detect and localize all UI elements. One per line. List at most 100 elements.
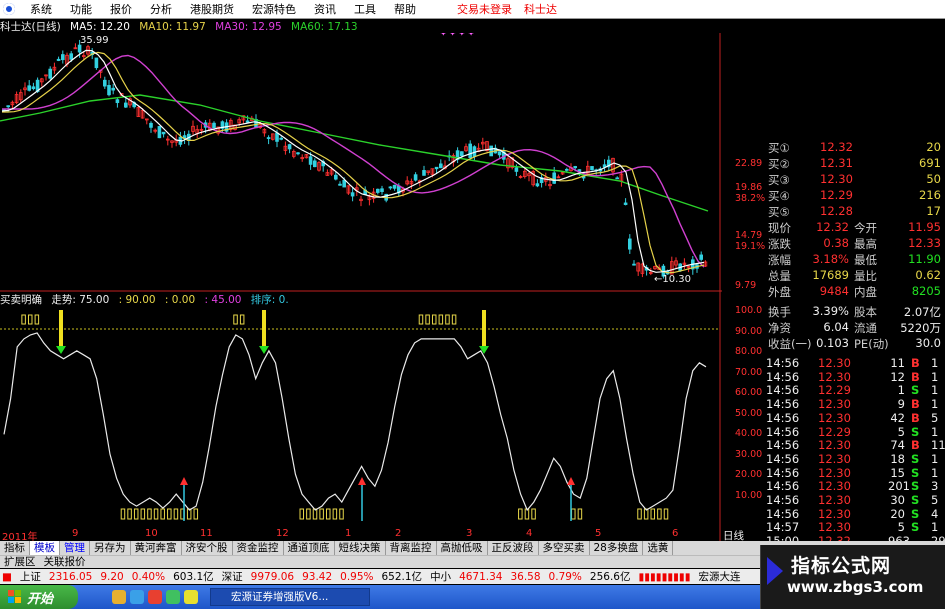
tab-item[interactable]: 管理 [60, 541, 90, 555]
tick-time: 14:56 [766, 451, 800, 466]
candle-body [296, 152, 300, 155]
quote-row[interactable]: 买② 12.31 691 [722, 156, 945, 172]
menu-hongyuan[interactable]: 宏源特色 [243, 1, 305, 17]
tab-item[interactable]: 选黄 [643, 541, 674, 555]
ma10-value: MA10: 11.97 [139, 21, 206, 33]
quote-volume: 50 [926, 172, 941, 186]
x-axis-label: 5 [595, 528, 602, 539]
indicator-45: : 45.00 [204, 294, 242, 306]
candle-body [380, 188, 384, 192]
bottom-signal-bar [531, 508, 536, 520]
app-icon[interactable] [184, 590, 198, 604]
high-price-mark: 35.99 [80, 35, 109, 46]
x-axis-label: 1 [345, 528, 352, 539]
x-axis-label: 9 [72, 528, 79, 539]
tab-item[interactable]: 高抛低吸 [437, 541, 488, 555]
candle-body [245, 120, 250, 123]
tab-item[interactable]: 背离监控 [386, 541, 437, 555]
tab-item[interactable]: 模板 [30, 541, 60, 555]
watermark-url: www.zbgs3.com [787, 578, 924, 596]
start-button[interactable]: 开始 [0, 585, 78, 609]
browser-icon[interactable] [130, 590, 144, 604]
sub-tab-item[interactable]: 扩展区 [0, 556, 40, 568]
candle-body [56, 58, 61, 61]
tab-item[interactable]: 正反波段 [488, 541, 539, 555]
quote-row[interactable]: 买⑤ 12.28 17 [722, 204, 945, 220]
start-label: 开始 [27, 591, 54, 607]
tab-item[interactable]: 通道顶底 [284, 541, 335, 555]
candle-body [31, 86, 36, 90]
menu-help[interactable]: 帮助 [385, 1, 425, 17]
candle-body [699, 254, 703, 260]
taskbar-app-button[interactable]: 宏源证券增强版V6... [210, 588, 370, 606]
tab-item[interactable]: 黄河奔富 [131, 541, 182, 555]
chart-canvas[interactable]: 35.99 ←10.30 ✦ ✦ ✦ ✦ [0, 33, 722, 541]
top-signal-bar [34, 314, 40, 325]
menu-system[interactable]: 系统 [21, 1, 61, 17]
tick-direction: S [911, 506, 920, 521]
trade-login-status[interactable]: 交易未登录 [451, 1, 518, 17]
menu-analysis[interactable]: 分析 [141, 1, 181, 17]
stat-value: 8205 [911, 284, 941, 298]
tick-time: 14:56 [766, 369, 800, 384]
index-status-bar: ■ 上证 2316.05 9.20 0.40% 603.1亿 深证 9979.0… [0, 569, 760, 584]
bottom-signal-bar [120, 508, 126, 520]
tick-direction: B [911, 438, 920, 453]
menu-function[interactable]: 功能 [61, 1, 101, 17]
sub-tab-item[interactable]: 关联报价 [40, 556, 90, 568]
quote-price: 12.31 [820, 156, 853, 170]
menu-tools[interactable]: 工具 [345, 1, 385, 17]
bottom-signal-bar [133, 508, 139, 520]
x-axis-label: 4 [526, 528, 533, 539]
quote-volume: 691 [919, 156, 941, 170]
sh-pct: 0.40% [131, 570, 166, 583]
tab-item[interactable]: 资金监控 [233, 541, 284, 555]
tab-item[interactable]: 短线决策 [335, 541, 386, 555]
bottom-signal-bar [160, 508, 165, 520]
stat-value: 0.38 [823, 236, 849, 250]
bottom-signal-bar [518, 508, 523, 520]
quote-label: 买② [768, 157, 790, 171]
stat-label: 今开 [854, 221, 877, 235]
tab-item[interactable]: 28多换盘 [590, 541, 644, 555]
tab-item[interactable]: 多空买卖 [539, 541, 590, 555]
stat-row: 净资 6.04 流通 5220万 [722, 320, 945, 336]
tick-direction: B [911, 397, 920, 412]
app-icon[interactable] [166, 590, 180, 604]
tick-time: 14:56 [766, 383, 800, 398]
stat-value: 30.0 [915, 336, 941, 350]
app-logo-icon[interactable] [3, 3, 15, 15]
menu-news[interactable]: 资讯 [305, 1, 345, 17]
candle-body [489, 145, 493, 157]
broker-name: 宏源大连 [698, 571, 741, 583]
quote-row[interactable]: 买① 12.32 20 [722, 140, 945, 156]
tick-direction: B [911, 369, 920, 384]
quote-volume: 17 [926, 204, 941, 218]
indicator-0: : 0.00 [164, 294, 196, 306]
quote-volume: 216 [919, 188, 941, 202]
tab-item[interactable]: 另存为 [90, 541, 131, 555]
tab-item[interactable]: 济安个股 [182, 541, 233, 555]
indicator-trend: 走势: 75.00 [51, 294, 110, 306]
tick-volume: 20 [890, 506, 905, 521]
menu-quote[interactable]: 报价 [101, 1, 141, 17]
quote-row[interactable]: 买④ 12.29 216 [722, 188, 945, 204]
candle-body [124, 102, 128, 108]
stat-label: 总量 [768, 269, 791, 283]
folder-icon[interactable] [112, 590, 126, 604]
ma-info-row: 科士达(日线) MA5: 12.20 MA10: 11.97 MA30: 12.… [0, 19, 720, 33]
tick-price: 12.29 [818, 383, 851, 398]
tick-volume: 5 [897, 520, 905, 535]
stat-label: PE(动) [854, 337, 889, 351]
tab-item[interactable]: 指标 [0, 541, 30, 555]
quote-row[interactable]: 买③ 12.30 50 [722, 172, 945, 188]
tick-count: 4 [931, 506, 939, 521]
signal-arrows [56, 310, 575, 521]
tick-count: 1 [931, 397, 939, 412]
candle-body [287, 144, 292, 150]
app-icon[interactable] [148, 590, 162, 604]
menu-hk-futures[interactable]: 港股期货 [181, 1, 243, 17]
bottom-signal-bar [577, 508, 583, 520]
indicator-name[interactable]: 买卖明确 [0, 294, 42, 306]
tick-price: 12.30 [818, 506, 851, 521]
